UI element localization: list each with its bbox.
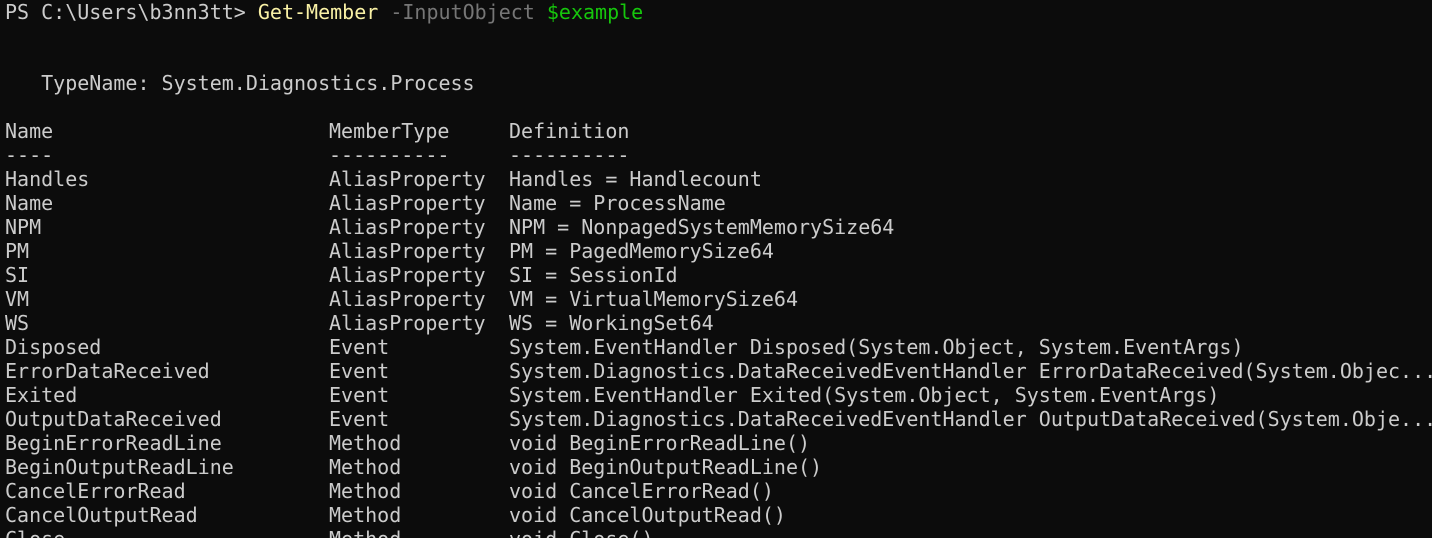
table-row: WS AliasProperty WS = WorkingSet64: [5, 311, 714, 335]
table-row: OutputDataReceived Event System.Diagnost…: [5, 407, 1432, 431]
member-definition: Name = ProcessName: [509, 191, 726, 215]
member-definition: System.EventHandler Disposed(System.Obje…: [509, 335, 1244, 359]
separator-definition: ----------: [509, 143, 630, 167]
prompt-prefix: PS C:\Users\b3nn3tt>: [5, 0, 258, 24]
table-row: BeginOutputReadLine Method void BeginOut…: [5, 455, 822, 479]
member-name: ErrorDataReceived: [5, 359, 210, 383]
powershell-terminal[interactable]: PS C:\Users\b3nn3tt> Get-Member -InputOb…: [0, 0, 1432, 538]
member-name: NPM: [5, 215, 42, 239]
member-definition: void CancelOutputRead(): [509, 503, 786, 527]
member-name: OutputDataReceived: [5, 407, 222, 431]
member-name: BeginOutputReadLine: [5, 455, 234, 479]
member-type: Method: [329, 527, 401, 538]
separator-name: ----: [5, 143, 54, 167]
member-definition: Handles = Handlecount: [509, 167, 762, 191]
column-header-member-type: MemberType: [329, 119, 450, 143]
member-type: AliasProperty: [329, 311, 486, 335]
typename-line: TypeName: System.Diagnostics.Process: [5, 71, 475, 95]
table-row: Handles AliasProperty Handles = Handleco…: [5, 167, 762, 191]
command-parameter: -InputObject: [390, 0, 535, 24]
member-name: Disposed: [5, 335, 102, 359]
table-row: PM AliasProperty PM = PagedMemorySize64: [5, 239, 774, 263]
member-definition: void CancelErrorRead(): [509, 479, 774, 503]
column-header-row: Name MemberType Definition: [5, 119, 629, 143]
member-type: Method: [329, 503, 402, 527]
table-row: Exited Event System.EventHandler Exited(…: [5, 383, 1219, 407]
member-name: CancelErrorRead: [5, 479, 186, 503]
column-header-name: Name: [5, 119, 54, 143]
member-name: PM: [5, 239, 30, 263]
member-type: AliasProperty: [329, 167, 486, 191]
table-row: Name AliasProperty Name = ProcessName: [5, 191, 726, 215]
table-row: VM AliasProperty VM = VirtualMemorySize6…: [5, 287, 798, 311]
member-name: Handles: [5, 167, 90, 191]
member-definition: NPM = NonpagedSystemMemorySize64: [509, 215, 895, 239]
command-name: Get-Member: [257, 0, 379, 24]
column-separator-row: ---- ---------- ----------: [5, 143, 629, 167]
member-type: AliasProperty: [329, 239, 486, 263]
member-definition: void BeginOutputReadLine(): [509, 455, 823, 479]
table-row: SI AliasProperty SI = SessionId: [5, 263, 678, 287]
table-row: Close Method void Close(): [5, 527, 654, 538]
member-type: Event: [329, 407, 390, 431]
table-row: NPM AliasProperty NPM = NonpagedSystemMe…: [5, 215, 894, 239]
member-type: Event: [329, 335, 390, 359]
table-row: Disposed Event System.EventHandler Dispo…: [5, 335, 1244, 359]
member-definition: PM = PagedMemorySize64: [509, 239, 774, 263]
prompt-line: PS C:\Users\b3nn3tt> Get-Member -InputOb…: [5, 0, 643, 24]
member-type: AliasProperty: [329, 287, 486, 311]
member-definition: System.Diagnostics.DataReceivedEventHand…: [509, 407, 1432, 431]
member-name: BeginErrorReadLine: [5, 431, 222, 455]
member-definition: System.EventHandler Exited(System.Object…: [509, 383, 1220, 407]
member-type: AliasProperty: [329, 191, 486, 215]
member-name: Exited: [5, 383, 78, 407]
member-type: Event: [329, 359, 390, 383]
separator-member-type: ----------: [329, 143, 450, 167]
member-type: Method: [329, 431, 402, 455]
table-row: CancelOutputRead Method void CancelOutpu…: [5, 503, 786, 527]
member-type: Method: [329, 479, 402, 503]
table-row: BeginErrorReadLine Method void BeginErro…: [5, 431, 810, 455]
member-definition: VM = VirtualMemorySize64: [509, 287, 798, 311]
table-row: CancelErrorRead Method void CancelErrorR…: [5, 479, 774, 503]
member-type: AliasProperty: [329, 215, 486, 239]
member-name: Close: [5, 527, 65, 538]
member-type: Event: [329, 383, 390, 407]
command-variable: $example: [546, 0, 644, 24]
member-definition: WS = WorkingSet64: [509, 311, 714, 335]
member-type: Method: [329, 455, 402, 479]
member-definition: System.Diagnostics.DataReceivedEventHand…: [509, 359, 1432, 383]
table-row: ErrorDataReceived Event System.Diagnosti…: [5, 359, 1432, 383]
member-definition: void BeginErrorReadLine(): [509, 431, 811, 455]
member-type: AliasProperty: [329, 263, 486, 287]
member-name: VM: [5, 287, 30, 311]
member-name: Name: [5, 191, 54, 215]
member-definition: SI = SessionId: [509, 263, 678, 287]
member-name: CancelOutputRead: [5, 503, 198, 527]
member-definition: void Close(): [509, 527, 654, 538]
member-name: WS: [5, 311, 30, 335]
column-header-definition: Definition: [509, 119, 630, 143]
member-name: SI: [5, 263, 30, 287]
